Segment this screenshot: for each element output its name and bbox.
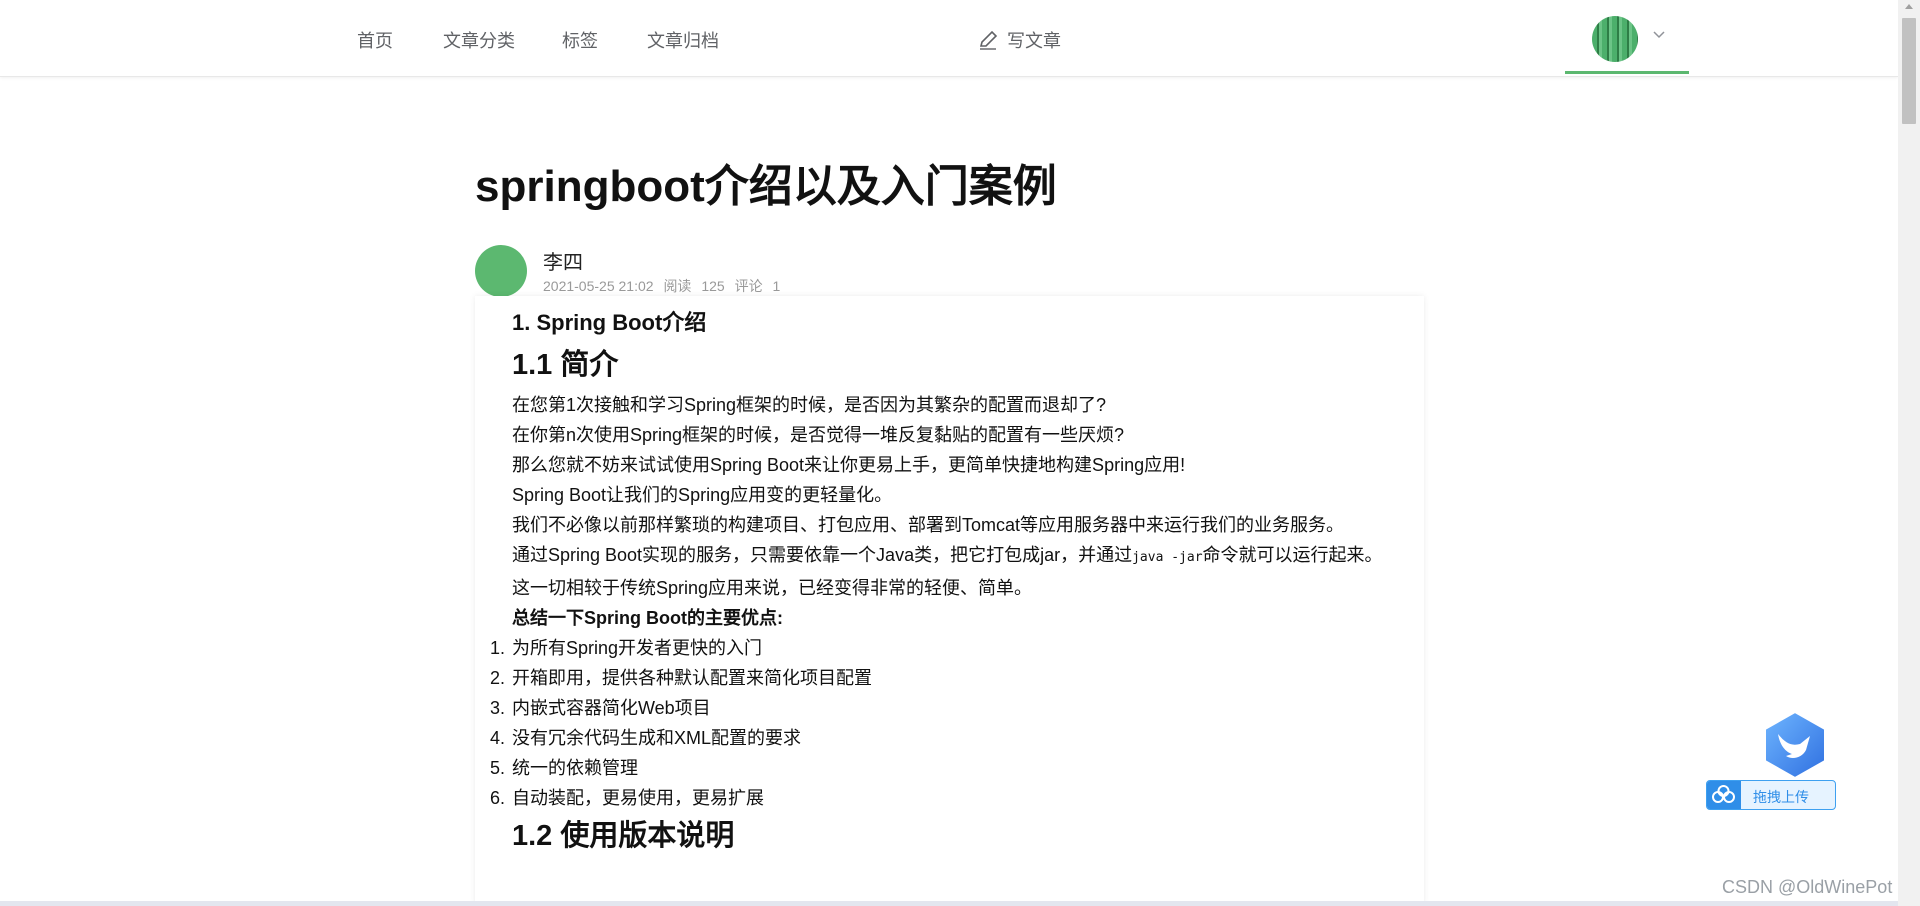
paragraph-text: 命令就可以运行起来。: [1202, 545, 1383, 565]
author-name[interactable]: 李四: [543, 246, 583, 275]
upload-label: 拖拽上传: [1753, 789, 1809, 805]
list-item-text: 为所有Spring开发者更快的入门: [512, 638, 763, 658]
cloud-icon: [1707, 781, 1741, 809]
paragraph: 在你第n次使用Spring框架的时候，是否觉得一堆反复黏贴的配置有一些厌烦?: [512, 425, 1125, 445]
list-number: 3.: [490, 698, 506, 718]
list-item: 2. 开箱即用，提供各种默认配置来简化项目配置: [490, 663, 1392, 693]
nav-tags[interactable]: 标签: [562, 27, 598, 53]
nav-archive[interactable]: 文章归档: [647, 27, 719, 53]
subsection-heading: 1.2 使用版本说明: [512, 820, 735, 852]
nav-categories[interactable]: 文章分类: [443, 27, 515, 53]
paragraph: 在您第1次接触和学习Spring框架的时候，是否因为其繁杂的配置而退却了?: [512, 395, 1107, 415]
list-number: 5.: [490, 758, 506, 778]
list-number: 4.: [490, 728, 506, 748]
chevron-down-icon[interactable]: [1652, 27, 1666, 43]
pen-icon: [977, 29, 999, 56]
list-number: 1.: [490, 638, 506, 658]
watermark: CSDN @OldWinePot: [1722, 877, 1893, 897]
upload-button[interactable]: 拖拽上传: [1706, 780, 1836, 810]
nav-home[interactable]: 首页: [357, 27, 393, 53]
write-article-button[interactable]: 写文章: [977, 27, 1061, 56]
list-item-text: 没有冗余代码生成和XML配置的要求: [512, 728, 802, 748]
list-item: 3. 内嵌式容器简化Web项目: [490, 693, 1392, 723]
list-item-text: 开箱即用，提供各种默认配置来简化项目配置: [512, 668, 872, 688]
paragraph: 通过Spring Boot实现的服务，只需要依靠一个Java类，把它打包成jar…: [512, 540, 1392, 573]
section-heading: 1. Spring Boot介绍: [512, 310, 707, 335]
comment-count: 1: [772, 278, 781, 294]
drag-upload-widget[interactable]: 拖拽上传: [1706, 710, 1838, 814]
read-label: 阅读: [663, 278, 692, 294]
bottom-strip: [0, 901, 1898, 906]
list-item: 1. 为所有Spring开发者更快的入门: [490, 633, 1392, 663]
write-article-label: 写文章: [1007, 31, 1061, 51]
list-item: 4. 没有冗余代码生成和XML配置的要求: [490, 723, 1392, 753]
paragraph: 这一切相较于传统Spring应用来说，已经变得非常的轻便、简单。: [512, 578, 1033, 598]
list-item-text: 自动装配，更易使用，更易扩展: [512, 788, 764, 808]
advantages-list: 1. 为所有Spring开发者更快的入门 2. 开箱即用，提供各种默认配置来简化项目…: [490, 633, 1392, 813]
paragraph-text: 通过Spring Boot实现的服务，只需要依靠一个Java类，把它打包成jar…: [512, 545, 1133, 565]
list-item-text: 统一的依赖管理: [512, 758, 638, 778]
article-date: 2021-05-25 21:02: [543, 278, 654, 294]
author-avatar[interactable]: [475, 245, 527, 297]
article-title: springboot介绍以及入门案例: [475, 162, 1057, 211]
scroll-thumb[interactable]: [1902, 18, 1916, 124]
subsection-heading: 1.1 简介: [512, 349, 619, 381]
scroll-up-arrow-icon[interactable]: [1905, 4, 1913, 9]
comment-label: 评论: [734, 278, 763, 294]
article-meta: 2021-05-25 21:02 阅读 125 评论 1: [543, 276, 786, 296]
read-count: 125: [701, 278, 725, 294]
paragraph: Spring Boot让我们的Spring应用变的更轻量化。: [512, 485, 893, 505]
list-item: 6. 自动装配，更易使用，更易扩展: [490, 783, 1392, 813]
list-item: 5. 统一的依赖管理: [490, 753, 1392, 783]
list-item-text: 内嵌式容器简化Web项目: [512, 698, 711, 718]
avatar[interactable]: [1592, 16, 1638, 62]
summary-heading: 总结一下Spring Boot的主要优点:: [512, 608, 783, 628]
paragraph: 那么您就不妨来试试使用Spring Boot来让你更易上手，更简单快捷地构建Sp…: [512, 455, 1186, 475]
bird-icon[interactable]: [1762, 710, 1828, 785]
user-menu[interactable]: [1565, 0, 1689, 74]
top-nav-bar: 首页 文章分类 标签 文章归档 写文章: [0, 0, 1898, 77]
article-content: 1. Spring Boot介绍 1.1 简介 在您第1次接触和学习Spring…: [475, 296, 1424, 906]
inline-code: java -jar: [1132, 550, 1203, 565]
page-scrollbar[interactable]: [1898, 0, 1920, 906]
paragraph: 我们不必像以前那样繁琐的构建项目、打包应用、部署到Tomcat等应用服务器中来运…: [512, 515, 1345, 535]
list-number: 2.: [490, 668, 506, 688]
list-number: 6.: [490, 788, 506, 808]
